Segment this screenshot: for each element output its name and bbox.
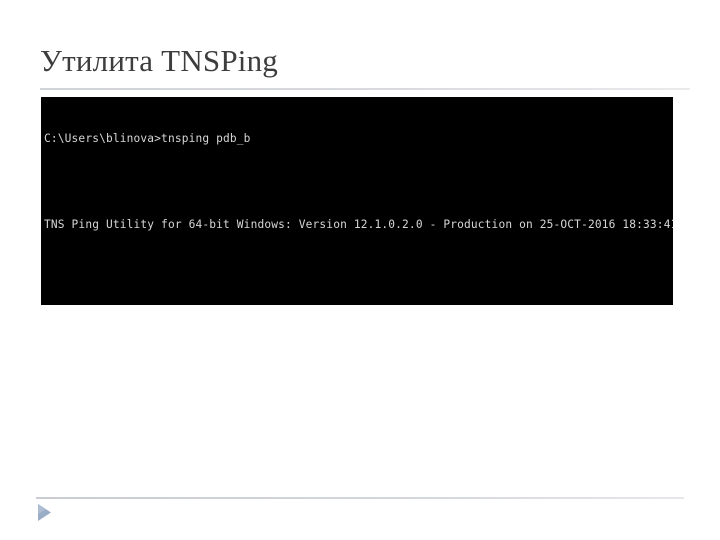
terminal-window: C:\Users\blinova>tnsping pdb_b TNS Ping … [41,97,673,305]
play-triangle-icon [37,503,53,523]
page-title: Утилита TNSPing [40,43,278,78]
terminal-output: C:\Users\blinova>tnsping pdb_b TNS Ping … [42,103,673,305]
slide-canvas: Утилита TNSPing C:\Users\blinova>tnsping… [0,0,720,540]
terminal-line: TNS Ping Utility for 64-bit Windows: Ver… [44,218,673,232]
footer-divider [36,497,684,499]
title-block: Утилита TNSPing [40,42,690,90]
terminal-line: C:\Users\blinova>tnsping pdb_b [44,131,251,145]
title-divider [40,88,690,90]
